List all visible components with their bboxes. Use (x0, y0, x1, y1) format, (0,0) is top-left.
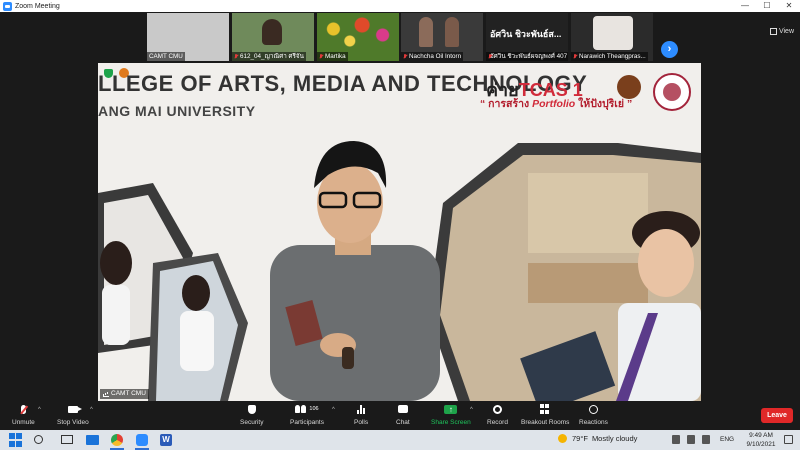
handheld-object (342, 347, 354, 369)
taskbar-clock[interactable]: 9:49 AM 9/10/2021 (741, 431, 781, 449)
microphone-muted-icon (20, 404, 26, 414)
chrome-icon[interactable] (111, 434, 123, 446)
participant-tile[interactable]: 612_04_ญาณิศา ศรีจัน (232, 13, 314, 61)
mic-muted-icon (573, 53, 577, 60)
leave-button[interactable]: Leave (761, 408, 793, 423)
participant-name: Narawich Theangpras... (571, 52, 648, 61)
participants-button[interactable]: 106 Participants (290, 403, 324, 429)
participant-name: CAMT CMU (147, 52, 185, 61)
audio-options-caret[interactable]: ^ (38, 407, 41, 413)
window-title: Zoom Meeting (15, 2, 60, 10)
word-icon[interactable]: W (160, 434, 172, 446)
participant-name: อัศวิน ชิวะพันธ์ผจญพงศ์ 407 (486, 52, 568, 61)
volume-icon[interactable] (702, 435, 710, 444)
participant-tile[interactable]: CAMT CMU (147, 13, 229, 61)
zoom-taskbar-icon[interactable] (136, 434, 148, 446)
view-button[interactable]: View (769, 28, 794, 35)
title-bar: Zoom Meeting — ☐ ✕ (0, 0, 800, 12)
background-university-text: ANG MAI UNIVERSITY (98, 103, 256, 119)
share-screen-icon: ↑ (444, 404, 458, 414)
clock-time: 9:49 AM (749, 432, 773, 439)
participant-photo (262, 19, 282, 45)
participant-photo (419, 17, 433, 47)
stop-video-button[interactable]: Stop Video (57, 403, 89, 429)
windows-taskbar: W 79°F Mostly cloudy ENG 9:49 AM 9/10/20… (0, 430, 800, 450)
participant-photo (317, 13, 399, 53)
mic-muted-icon (319, 53, 323, 60)
weather-widget[interactable]: 79°F Mostly cloudy (558, 434, 637, 443)
zoom-app: Zoom Meeting — ☐ ✕ CAMT CMU 612_04_ญาณิศ… (0, 0, 800, 450)
bookshelf (528, 263, 648, 303)
notifications-icon[interactable] (784, 435, 793, 444)
grid-view-icon (769, 28, 777, 35)
participant-display-name: อัศวิน ชิวะพันธ์ส... (490, 29, 562, 39)
battery-icon[interactable] (672, 435, 680, 444)
mic-muted-icon (234, 53, 238, 60)
polls-icon (356, 404, 366, 414)
mail-icon[interactable] (86, 435, 99, 445)
clock-date: 9/10/2021 (746, 441, 776, 448)
participant-name: 612_04_ญาณิศา ศรีจัน (232, 52, 306, 61)
banner-subtitle: “ การสร้าง Portfolio ให้ปังปุริเย่ ” (480, 98, 633, 110)
participant-tile[interactable]: Nachcha Oil Intorn (401, 13, 483, 61)
next-participants-button[interactable]: › (661, 41, 678, 58)
signal-strength-icon (103, 391, 109, 397)
close-button[interactable]: ✕ (778, 0, 800, 12)
security-button[interactable]: Security (240, 403, 263, 429)
participant-tile[interactable]: อัศวิน ชิวะพันธ์ส... อัศวิน ชิวะพันธ์ผจญ… (486, 13, 568, 61)
participant-avatar (593, 16, 633, 50)
reactions-smiley-icon (588, 404, 598, 414)
participant-tile[interactable]: Martika (317, 13, 399, 61)
language-indicator[interactable]: ENG (720, 436, 734, 443)
bookshelf (528, 173, 648, 253)
student-hair (100, 241, 132, 285)
search-icon[interactable] (34, 435, 43, 444)
student-face (638, 229, 694, 297)
unmute-button[interactable]: Unmute (12, 403, 35, 429)
network-icon[interactable] (687, 435, 695, 444)
student-hair (182, 275, 210, 311)
breakout-rooms-icon (540, 404, 550, 414)
polls-button[interactable]: Polls (354, 403, 368, 429)
zoom-logo-icon (3, 1, 12, 11)
weather-temperature: 79°F (572, 434, 588, 443)
student-shirt (180, 311, 214, 371)
participants-options-caret[interactable]: ^ (332, 407, 335, 413)
main-video: LLEGE OF ARTS, MEDIA AND TECHNOLOGY ANG … (98, 63, 701, 401)
task-view-icon[interactable] (61, 435, 73, 444)
system-tray (672, 435, 710, 444)
participant-name: Martika (317, 52, 348, 61)
speaker-name-label: CAMT CMU (100, 389, 149, 399)
maximize-button[interactable]: ☐ (756, 0, 778, 12)
mic-muted-icon (403, 53, 407, 60)
window-controls: — ☐ ✕ (734, 0, 800, 12)
chat-button[interactable]: Chat (396, 403, 410, 429)
participants-icon (295, 405, 307, 413)
record-icon (492, 404, 502, 414)
participant-photo (445, 17, 459, 47)
share-screen-button[interactable]: ↑ Share Screen (431, 403, 471, 429)
weather-sun-icon (558, 434, 567, 443)
video-camera-icon (67, 405, 82, 413)
university-seal-logo (653, 73, 691, 111)
student-shirt (102, 285, 130, 345)
minimize-button[interactable]: — (734, 0, 756, 12)
security-shield-icon (247, 404, 256, 414)
participant-name: Nachcha Oil Intorn (401, 52, 464, 61)
share-options-caret[interactable]: ^ (470, 407, 473, 413)
participant-count: 106 (309, 406, 319, 412)
chat-bubble-icon (397, 405, 408, 413)
breakout-rooms-button[interactable]: Breakout Rooms (521, 403, 569, 429)
participant-tile[interactable]: Narawich Theangpras... (571, 13, 653, 61)
meeting-toolbar: Unmute ^ Stop Video ^ Security 106 Parti… (0, 401, 800, 430)
weather-description: Mostly cloudy (591, 434, 638, 443)
windows-start-icon[interactable] (9, 433, 23, 447)
reactions-button[interactable]: Reactions (579, 403, 608, 429)
record-button[interactable]: Record (487, 403, 508, 429)
participant-strip: CAMT CMU 612_04_ญาณิศา ศรีจัน Martika Na… (0, 12, 800, 64)
view-label: View (778, 28, 794, 35)
video-options-caret[interactable]: ^ (90, 407, 93, 413)
